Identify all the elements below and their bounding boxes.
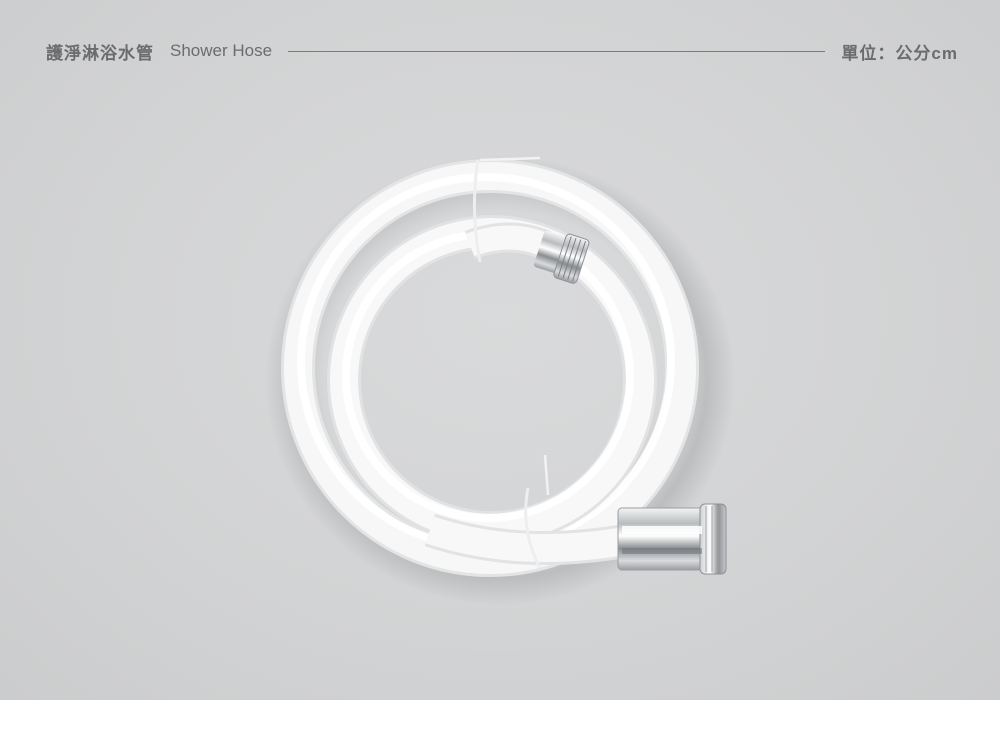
hose-top-end [465,225,550,257]
large-chrome-nut [617,503,727,575]
shower-hose-image [265,155,735,605]
product-photo: 護淨淋浴水管 Shower Hose 單位：公分cm [0,0,1000,700]
